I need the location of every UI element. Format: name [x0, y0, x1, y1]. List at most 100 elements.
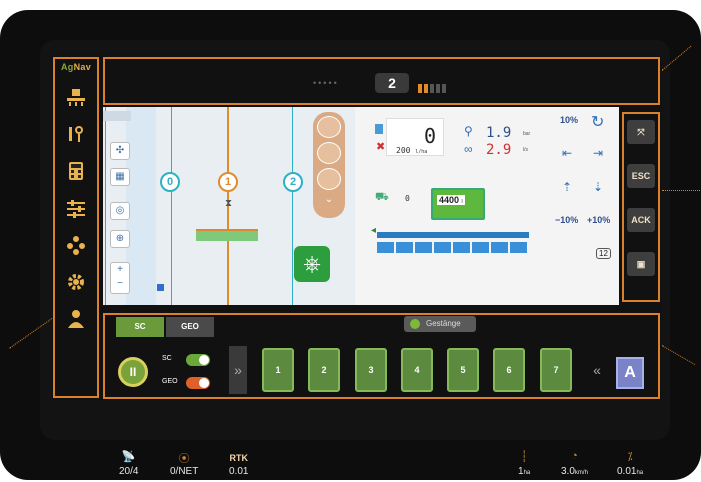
- gear-icon[interactable]: [62, 270, 90, 294]
- tab-sc[interactable]: SC: [116, 317, 164, 337]
- section-button-6[interactable]: 6: [493, 348, 525, 392]
- layer-button[interactable]: ▦: [110, 168, 130, 186]
- lane-bar: [436, 84, 440, 93]
- esc-button[interactable]: ESC: [627, 164, 655, 188]
- tank: 4400 l: [431, 188, 485, 220]
- sections-scroll-left[interactable]: »: [229, 346, 247, 394]
- speed-value: 3.0: [561, 466, 575, 477]
- remove-icon: ✖: [376, 141, 386, 153]
- boom-left-icon: ◂: [371, 225, 377, 236]
- boom-fold-right-icon[interactable]: ⇥: [593, 146, 603, 160]
- ack-button[interactable]: ACK: [627, 208, 655, 232]
- rate-unit: ha: [636, 470, 644, 476]
- tank-volume-value: 4400: [439, 195, 460, 205]
- zoom-out-button[interactable]: −: [117, 278, 123, 289]
- screenshot-button[interactable]: ▣: [627, 252, 655, 276]
- track-list-button[interactable]: [317, 142, 341, 164]
- lane-bar: [424, 84, 428, 93]
- lane-bar: [430, 84, 434, 93]
- chevron-down-icon[interactable]: ⌄: [313, 194, 345, 205]
- geo-toggle[interactable]: [186, 377, 210, 389]
- lane-dots-left: •••••: [313, 78, 339, 88]
- guidance-mode-panel: ⌄: [313, 112, 345, 218]
- auto-mode-button[interactable]: A: [616, 357, 644, 389]
- lane-number: 2: [375, 73, 409, 93]
- map-stripe: [126, 107, 156, 305]
- tank-volume: 4400 l: [437, 195, 465, 205]
- center-button[interactable]: ⊕: [110, 230, 130, 248]
- compass-button[interactable]: ✣: [110, 142, 130, 160]
- map-toolbar-top: [103, 111, 131, 121]
- rate-decrease-button[interactable]: −10%: [555, 215, 578, 225]
- section-button-2[interactable]: 2: [308, 348, 340, 392]
- application-rate-unit: l/ha: [415, 149, 428, 155]
- lane-bar: [442, 84, 446, 93]
- applied-area: [196, 229, 258, 241]
- reset-icon[interactable]: ↻: [591, 112, 604, 132]
- zoom-in-button[interactable]: +: [117, 264, 123, 275]
- calculator-icon[interactable]: [62, 159, 90, 183]
- section-button-4[interactable]: 4: [401, 348, 433, 392]
- section-button-1[interactable]: 1: [262, 348, 294, 392]
- io-icon[interactable]: [62, 122, 90, 146]
- section-button-3[interactable]: 3: [355, 348, 387, 392]
- machine-icon: ⛟: [375, 191, 389, 203]
- boom-group-label[interactable]: Gestänge: [404, 316, 476, 332]
- nozzle-section: [453, 242, 470, 253]
- implement-icon[interactable]: [62, 85, 90, 109]
- sidebar: AgNav: [53, 57, 99, 398]
- speed-status: ◔ 3.0km/h: [561, 450, 588, 477]
- antenna-icon: ⦿: [178, 453, 190, 465]
- rtk-label: RTK: [229, 453, 248, 463]
- calendar-counter: 12: [596, 248, 611, 259]
- boom: [377, 232, 529, 238]
- tab-geo[interactable]: GEO: [166, 317, 214, 337]
- satellite-status: 📡 20/4: [119, 450, 138, 477]
- geo-toggle-label: GEO: [162, 378, 178, 385]
- user-icon[interactable]: [62, 307, 90, 331]
- speed-group: 3.0km/h: [561, 466, 588, 477]
- satellite-count: 20/4: [119, 466, 139, 477]
- rate-group: 0.01ha: [617, 466, 643, 477]
- right-button-column: ⤧ ESC ACK ▣: [622, 112, 660, 302]
- rtk-status: RTK 0.01: [229, 453, 248, 477]
- section-button-5[interactable]: 5: [447, 348, 479, 392]
- pressure-icon: ⚲: [464, 124, 473, 138]
- speedometer-icon: ◔: [571, 450, 578, 462]
- nozzle-section: [415, 242, 432, 253]
- sc-toggle[interactable]: [186, 354, 210, 366]
- nozzle-section: [434, 242, 451, 253]
- nozzle-section: [491, 242, 508, 253]
- rate-increase-pct[interactable]: 10%: [560, 115, 578, 125]
- rate-value: 0.01: [617, 466, 637, 477]
- ab-line-button[interactable]: [317, 116, 341, 138]
- fullscreen-button[interactable]: ⤧: [627, 120, 655, 144]
- locate-button[interactable]: ◎: [110, 202, 130, 220]
- section-button-7[interactable]: 7: [540, 348, 572, 392]
- nozzle-row: [377, 242, 529, 253]
- rate-status: ⁒ 0.01ha: [617, 450, 643, 477]
- rate-increase-button[interactable]: +10%: [587, 215, 610, 225]
- nozzle-section: [510, 242, 527, 253]
- auto-steer-button[interactable]: ⎈: [294, 246, 330, 282]
- flow-unit: l/s: [523, 147, 528, 153]
- field-value-group: 1ha: [518, 466, 530, 477]
- zoom-control[interactable]: + −: [110, 262, 130, 294]
- tank-fill-icon: [375, 124, 383, 134]
- track-number: 0: [160, 172, 180, 192]
- nodes-icon[interactable]: [62, 233, 90, 257]
- boom-fold-left-icon[interactable]: ⇤: [562, 146, 572, 160]
- percent-icon: ⁒: [627, 451, 633, 463]
- field-count: ┆ 1ha: [518, 450, 530, 477]
- speed-unit: km/h: [574, 470, 588, 476]
- boom-lift-left-icon[interactable]: ⇡: [562, 180, 572, 194]
- boom-lift-right-icon[interactable]: ⇣: [593, 180, 603, 194]
- total-value: 0: [424, 124, 437, 148]
- headland-button[interactable]: [317, 168, 341, 190]
- track-line: [292, 107, 293, 305]
- sliders-icon[interactable]: [62, 196, 90, 220]
- agnav-logo: AgNav: [60, 62, 92, 72]
- pause-button[interactable]: II: [118, 357, 148, 387]
- sections-scroll-right[interactable]: «: [588, 346, 606, 394]
- vehicle-marker-icon: ⧗: [225, 198, 233, 209]
